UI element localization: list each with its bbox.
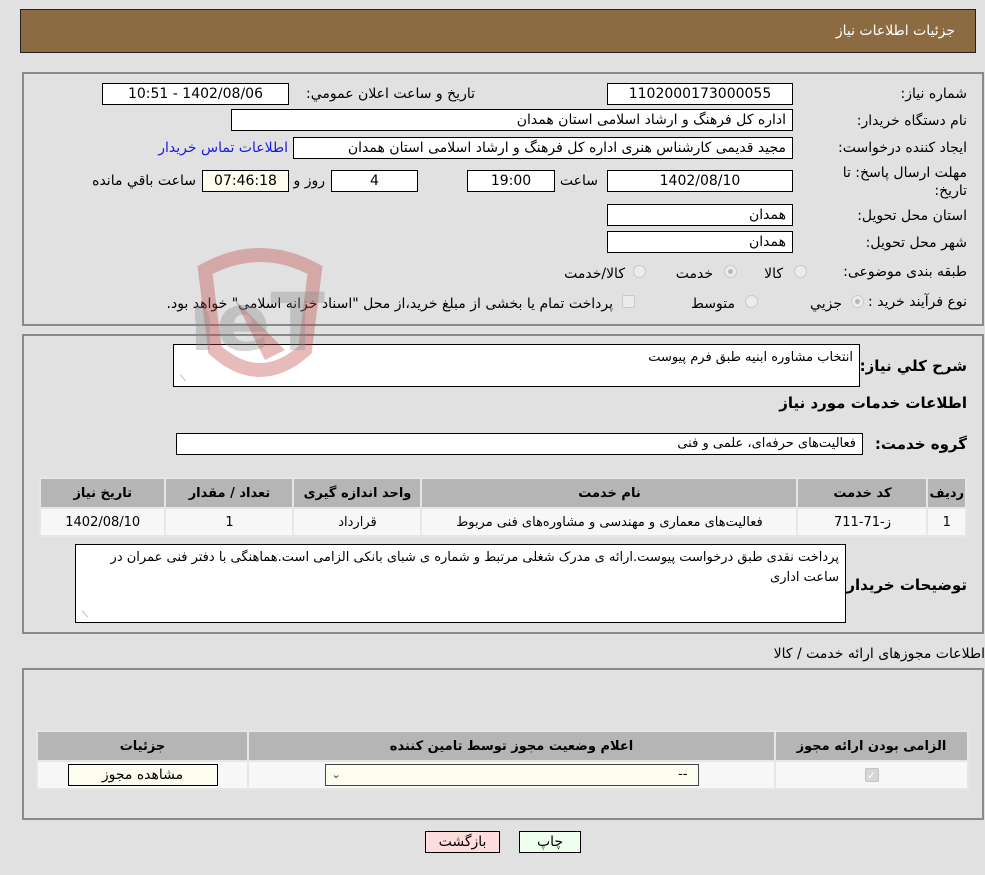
delivery-city-field: همدان	[607, 231, 793, 253]
remaining-time-field: 07:46:18	[202, 170, 289, 192]
col-unit: واحد اندازه گیری	[292, 477, 423, 509]
page-title: جزئیات اطلاعات نیاز	[835, 23, 955, 39]
col-quantity: تعداد / مقدار	[164, 477, 295, 509]
delivery-city-label: شهر محل تحویل:	[865, 235, 967, 251]
print-button[interactable]: چاپ	[519, 831, 581, 853]
col-permit-required: الزامی بودن ارائه مجوز	[774, 730, 969, 762]
purchase-type-option-minor: جزيي	[810, 296, 842, 312]
col-service-code: کد خدمت	[796, 477, 929, 509]
cell-permit-status: -- ⌄	[247, 760, 776, 790]
cell-quantity: 1	[164, 507, 295, 537]
col-permit-details: جزئیات	[36, 730, 249, 762]
cell-permit-required: ✓	[774, 760, 969, 790]
buyer-notes-label: توضیحات خریدار:	[840, 576, 967, 594]
permit-status-select[interactable]: -- ⌄	[324, 764, 699, 786]
description-label: شرح کلي نیاز:	[859, 357, 967, 375]
delivery-province-field: همدان	[607, 204, 793, 226]
deadline-date-field: 1402/08/10	[607, 170, 793, 192]
purchase-type-radio-medium[interactable]	[745, 295, 758, 308]
buyer-contact-link[interactable]: اطلاعات تماس خریدار	[158, 140, 288, 156]
cell-service-code: ز-71-711	[796, 507, 929, 537]
purchase-type-label: نوع فرآیند خرید :	[868, 294, 967, 310]
permits-section-title: اطلاعات مجوزهای ارائه خدمت / کالا	[773, 646, 985, 662]
buyer-notes-text: پرداخت نقدی طبق درخواست پیوست.ارائه ی مد…	[110, 550, 839, 585]
col-permit-status: اعلام وضعیت مجوز توسط تامین کننده	[247, 730, 776, 762]
buyer-org-label: نام دستگاه خریدار:	[856, 113, 967, 129]
announce-datetime-label: تاریخ و ساعت اعلان عمومي:	[306, 86, 475, 102]
services-section-title: اطلاعات خدمات مورد نیاز	[779, 394, 967, 412]
description-text: انتخاب مشاوره ابنیه طبق فرم پیوست	[648, 350, 853, 365]
deadline-time-label: ساعت	[559, 173, 598, 189]
cell-row-number: 1	[926, 507, 967, 537]
category-option-service: خدمت	[675, 266, 713, 282]
view-permit-button[interactable]: مشاهده مجوز	[67, 764, 218, 786]
days-label: روز و	[293, 173, 326, 189]
category-radio-service[interactable]	[724, 265, 737, 278]
requester-field: مجید قدیمی کارشناس هنری اداره کل فرهنگ و…	[293, 137, 793, 159]
col-need-date: تاریخ نیاز	[38, 477, 167, 509]
permit-required-checkbox[interactable]: ✓	[864, 767, 879, 782]
announce-datetime-field: 1402/08/06 - 10:51	[102, 83, 289, 105]
treasury-checkbox[interactable]	[622, 295, 635, 308]
permits-table: الزامی بودن ارائه مجوز اعلام وضعیت مجوز …	[36, 730, 969, 790]
category-radio-goods[interactable]	[794, 265, 807, 278]
deadline-label: مهلت ارسال پاسخ: تا تاریخ:	[842, 165, 967, 199]
category-radio-goods-service[interactable]	[633, 265, 646, 278]
col-row-number: ردیف	[926, 477, 967, 509]
chevron-down-icon: ⌄	[331, 768, 341, 781]
resize-grip-icon[interactable]: ⟋	[176, 374, 186, 384]
cell-unit: قرارداد	[292, 507, 423, 537]
resize-grip-icon[interactable]: ⟋	[78, 610, 88, 620]
service-group-label: گروه خدمت:	[874, 435, 967, 453]
col-service-name: نام خدمت	[420, 477, 799, 509]
category-label: طبقه بندی موضوعی:	[843, 264, 967, 280]
cell-permit-details: مشاهده مجوز	[36, 760, 249, 790]
remaining-days-field: 4	[331, 170, 418, 192]
back-button[interactable]: بازگشت	[425, 831, 500, 853]
need-number-field: 1102000173000055	[607, 83, 793, 105]
category-option-goods-service: کالا/خدمت	[564, 266, 625, 282]
delivery-province-label: استان محل تحویل:	[857, 208, 967, 224]
page-header: جزئیات اطلاعات نیاز	[20, 9, 976, 53]
cell-need-date: 1402/08/10	[38, 507, 167, 537]
permit-status-value: --	[678, 767, 688, 782]
need-number-label: شماره نیاز:	[900, 86, 968, 102]
purchase-type-radio-minor[interactable]	[851, 295, 864, 308]
description-textarea[interactable]: انتخاب مشاوره ابنیه طبق فرم پیوست ⟋	[173, 344, 860, 387]
requester-label: ایجاد کننده درخواست:	[838, 140, 967, 156]
buyer-notes-textarea[interactable]: پرداخت نقدی طبق درخواست پیوست.ارائه ی مد…	[75, 544, 846, 623]
treasury-note: پرداخت تمام یا بخشی از مبلغ خرید،از محل …	[166, 296, 613, 312]
remaining-time-label: ساعت باقي مانده	[92, 173, 196, 189]
service-group-field: فعالیت‌های حرفه‌ای، علمی و فنی	[176, 433, 863, 455]
category-option-goods: کالا	[764, 266, 783, 282]
deadline-time-field: 19:00	[467, 170, 555, 192]
purchase-type-option-medium: متوسط	[691, 296, 735, 312]
buyer-org-field: اداره کل فرهنگ و ارشاد اسلامی استان همدا…	[231, 109, 793, 131]
table-row: 1 ز-71-711 فعالیت‌های معماری و مهندسی و …	[38, 507, 967, 537]
services-table: ردیف کد خدمت نام خدمت واحد اندازه گیری ت…	[38, 477, 967, 537]
permits-table-header: الزامی بودن ارائه مجوز اعلام وضعیت مجوز …	[36, 730, 969, 762]
cell-service-name: فعالیت‌های معماری و مهندسی و مشاوره‌های …	[420, 507, 799, 537]
services-table-header: ردیف کد خدمت نام خدمت واحد اندازه گیری ت…	[38, 477, 967, 509]
table-row: ✓ -- ⌄ مشاهده مجوز	[36, 760, 969, 790]
